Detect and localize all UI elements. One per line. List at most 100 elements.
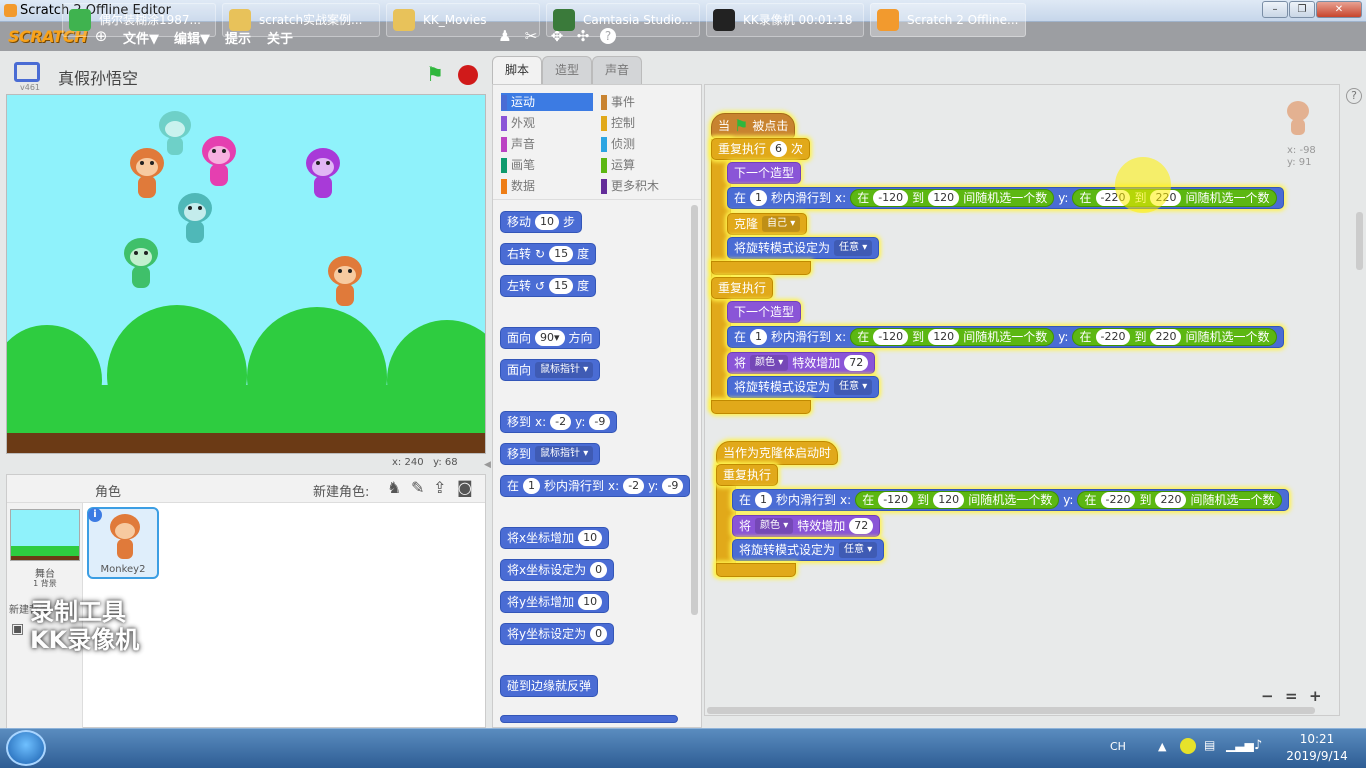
- zoom-in-icon[interactable]: +: [1309, 687, 1322, 705]
- ime-indicator[interactable]: CH: [1110, 740, 1126, 753]
- monkey-sprite-1: [159, 111, 191, 155]
- stop-sign-icon[interactable]: [458, 65, 478, 85]
- paint-brush-icon[interactable]: ✎: [411, 478, 424, 497]
- forever-c-bottom: [711, 400, 811, 414]
- sprite-x: x: -98: [1287, 145, 1316, 156]
- block-move[interactable]: 移动 10 步: [500, 211, 583, 233]
- category-motion[interactable]: 运动: [501, 93, 593, 111]
- block-glide-random-2[interactable]: 在 1 秒内滑行到 x: 在 -120 到 120 间随机选一个数 y: 在 -220 到 220 间…: [727, 326, 1284, 348]
- tab-sounds[interactable]: 声音: [592, 56, 642, 84]
- start-button[interactable]: [6, 730, 46, 766]
- monkey-sprite-7: [328, 256, 362, 306]
- zoom-out-icon[interactable]: −: [1261, 687, 1274, 705]
- category-events[interactable]: 事件: [601, 93, 693, 111]
- hat-when-start-as-clone[interactable]: 当作为克隆体启动时: [716, 441, 839, 465]
- block-change-x[interactable]: 将x坐标增加 10: [500, 527, 610, 549]
- tab-scripts[interactable]: 脚本: [492, 56, 542, 85]
- collapse-arrow-icon[interactable]: ◀: [484, 460, 491, 470]
- block-set-rotation-style-3[interactable]: 将旋转模式设定为 任意 ▾: [732, 539, 885, 561]
- task-folder-scratch[interactable]: scratch实战案例...: [222, 3, 380, 37]
- network-icon[interactable]: ▁▃▅: [1226, 738, 1254, 752]
- block-next-costume-2[interactable]: 下一个造型: [727, 301, 802, 323]
- task-folder-kk-movies[interactable]: KK_Movies: [386, 3, 540, 37]
- stage-thumbnail[interactable]: [10, 509, 80, 561]
- block-change-effect-2[interactable]: 将颜色 ▾ 特效增加 72: [732, 515, 881, 537]
- sprite-preview: [1283, 99, 1313, 139]
- random-x-op-3: 在 -120 到 120 间随机选一个数: [855, 491, 1060, 509]
- block-point-towards[interactable]: 面向 鼠标指针 ▾: [500, 359, 601, 381]
- scratch-app-icon: [4, 4, 17, 17]
- block-goto[interactable]: 移到 鼠标指针 ▾: [500, 443, 601, 465]
- block-create-clone[interactable]: 克隆 自己 ▾: [727, 213, 808, 235]
- scripts-v-scrollbar[interactable]: [1356, 212, 1363, 270]
- category-pen[interactable]: 画笔: [501, 156, 593, 174]
- block-point-direction[interactable]: 面向 90▾ 方向: [500, 327, 600, 349]
- block-repeat[interactable]: 重复执行 6 次: [711, 138, 811, 160]
- close-window-button[interactable]: ✕: [1316, 1, 1362, 18]
- backdrop-library-icon[interactable]: ▣: [11, 621, 24, 637]
- green-flag-icon[interactable]: ⚑: [426, 62, 444, 86]
- project-title[interactable]: 真假孙悟空: [58, 65, 138, 89]
- bush-hills: [7, 305, 485, 447]
- block-forever-2[interactable]: 重复执行: [716, 464, 779, 486]
- stage-canvas[interactable]: [6, 94, 486, 454]
- x-value: 240: [404, 457, 424, 468]
- help-circle-icon[interactable]: ?: [1346, 88, 1362, 104]
- camera-icon[interactable]: ◙: [457, 478, 473, 497]
- scripts-area[interactable]: x: -98 y: 91 当 ⚑ 被点击 重复执行 6 次 下一个造型 在 1 秒内滑行到 x…: [704, 84, 1340, 716]
- block-set-y[interactable]: 将y坐标设定为 0: [500, 623, 615, 645]
- block-change-y[interactable]: 将y坐标增加 10: [500, 591, 610, 613]
- random-y-op-3: 在 -220 到 220 间随机选一个数: [1077, 491, 1282, 509]
- fullscreen-icon[interactable]: [14, 62, 40, 82]
- watermark-line2: KK录像机: [30, 626, 140, 654]
- block-bounce[interactable]: 碰到边缘就反弹: [500, 675, 599, 697]
- block-next-costume[interactable]: 下一个造型: [727, 162, 802, 184]
- rotate-cw-icon: ↻: [535, 247, 546, 261]
- random-x-op-2: 在 -120 到 120 间随机选一个数: [850, 328, 1055, 346]
- block-set-rotation-style-2[interactable]: 将旋转模式设定为 任意 ▾: [727, 376, 880, 398]
- block-glide-random[interactable]: 在1秒内滑行到x: 在-120到120间随机选一个数 y: 在-220到220间…: [727, 187, 1284, 209]
- hat-when-flag-clicked[interactable]: 当 ⚑ 被点击: [711, 113, 796, 139]
- zoom-reset-icon[interactable]: =: [1285, 687, 1298, 705]
- scripts-h-scrollbar[interactable]: [707, 707, 1315, 714]
- block-partial[interactable]: [500, 715, 678, 723]
- category-sensing[interactable]: 侦测: [601, 135, 693, 153]
- sprite-name-label: Monkey2: [100, 564, 146, 575]
- task-kk-recorder[interactable]: KK录像机 00:01:18: [706, 3, 864, 37]
- minimize-button[interactable]: –: [1262, 1, 1288, 18]
- block-turn-right[interactable]: 右转 ↻ 15 度: [500, 243, 597, 265]
- category-sound[interactable]: 声音: [501, 135, 593, 153]
- task-scratch[interactable]: Scratch 2 Offline...: [870, 3, 1026, 37]
- clock-time[interactable]: 10:21: [1286, 732, 1348, 746]
- clock-date[interactable]: 2019/9/14: [1280, 749, 1354, 763]
- category-more-blocks[interactable]: 更多积木: [601, 177, 693, 195]
- category-looks[interactable]: 外观: [501, 114, 593, 132]
- folder-icon: [229, 9, 251, 31]
- choose-sprite-library-icon[interactable]: ♞: [387, 478, 401, 497]
- sprite-thumbnail[interactable]: i Monkey2: [87, 507, 159, 579]
- tab-costumes[interactable]: 造型: [542, 56, 592, 84]
- upload-icon[interactable]: ⇪: [433, 478, 446, 497]
- stage-scene: [7, 111, 485, 453]
- monkey-preview-icon: [1287, 101, 1309, 135]
- block-change-effect[interactable]: 将颜色 ▾ 特效增加 72: [727, 352, 876, 374]
- category-control[interactable]: 控制: [601, 114, 693, 132]
- block-goto-xy[interactable]: 移到 x: -2 y: -9: [500, 411, 618, 433]
- block-set-rotation-style[interactable]: 将旋转模式设定为 任意 ▾: [727, 237, 880, 259]
- volume-icon[interactable]: ♪: [1254, 738, 1262, 753]
- tray-device-icon[interactable]: ▤: [1204, 738, 1215, 752]
- palette-scrollbar[interactable]: [691, 205, 698, 615]
- block-turn-left[interactable]: 左转 ↺ 15 度: [500, 275, 597, 297]
- task-wechat-reader[interactable]: 偶尔装糊涂1987...: [62, 3, 216, 37]
- task-camtasia[interactable]: Camtasia Studio...: [546, 3, 700, 37]
- block-forever[interactable]: 重复执行: [711, 277, 774, 299]
- block-set-x[interactable]: 将x坐标设定为 0: [500, 559, 615, 581]
- maximize-button[interactable]: ❐: [1289, 1, 1315, 18]
- block-glide[interactable]: 在 1 秒内滑行到 x: -2 y: -9: [500, 475, 690, 497]
- tray-arrow-icon[interactable]: ▲: [1158, 740, 1166, 753]
- block-glide-random-3[interactable]: 在 1 秒内滑行到 x: 在 -120 到 120 间随机选一个数 y: 在 -220 到 220 间…: [732, 489, 1289, 511]
- info-icon[interactable]: i: [88, 508, 102, 522]
- tray-app-icon[interactable]: [1180, 738, 1196, 754]
- category-data[interactable]: 数据: [501, 177, 593, 195]
- category-operators[interactable]: 运算: [601, 156, 693, 174]
